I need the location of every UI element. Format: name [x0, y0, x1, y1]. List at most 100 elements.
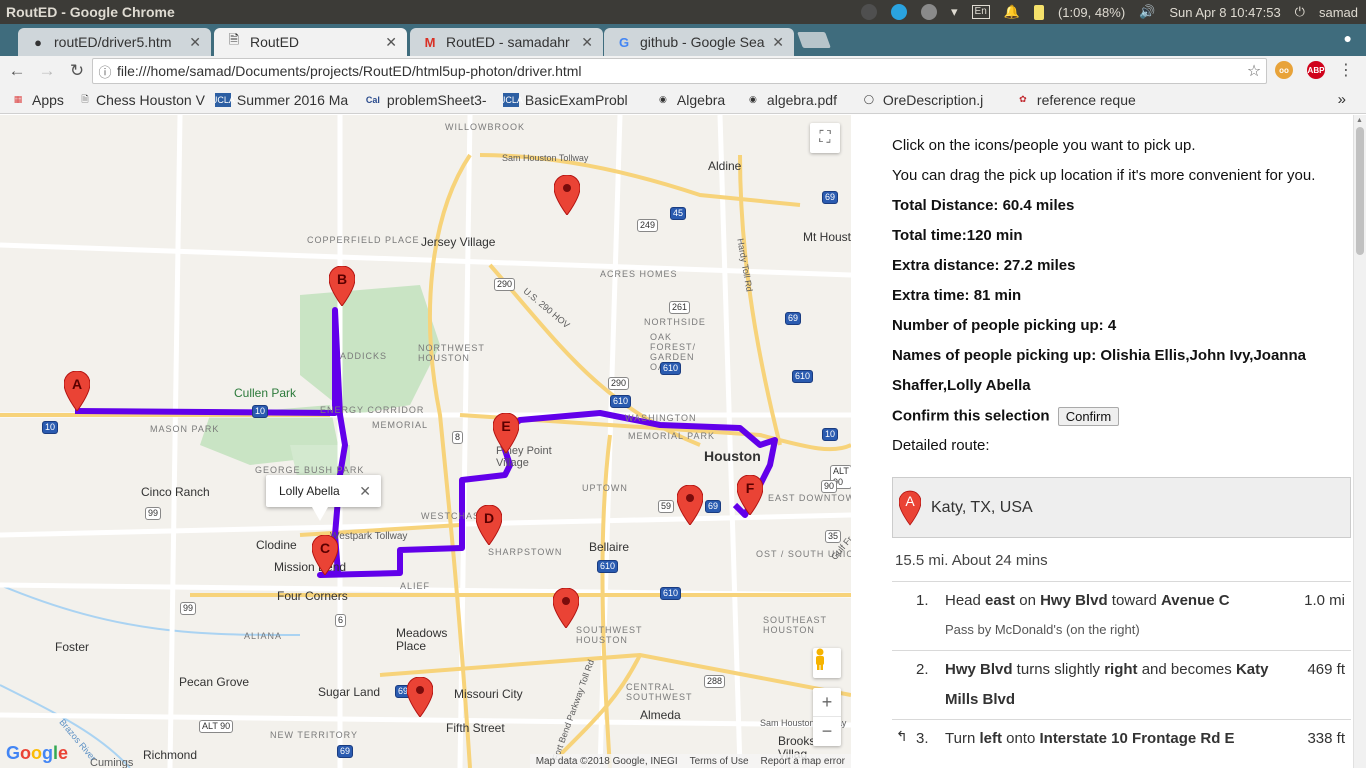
highway-shield: 610	[660, 587, 682, 600]
marker-c[interactable]: C	[312, 535, 338, 575]
fullscreen-icon[interactable]: ⛶	[810, 123, 840, 153]
bookmark-summer[interactable]: UCLA Summer 2016 Ma	[214, 92, 355, 108]
person-pin[interactable]	[677, 485, 703, 525]
more-bookmarks-icon[interactable]: »	[1338, 91, 1346, 108]
step-distance: 469 ft	[1307, 661, 1345, 678]
map-label: UPTOWN	[582, 483, 628, 493]
marker-f[interactable]: F	[737, 475, 763, 515]
terms-link[interactable]: Terms of Use	[690, 756, 749, 767]
turn-left-icon: ↰	[896, 728, 908, 744]
power-icon[interactable]: ⏻	[1295, 4, 1305, 20]
document-icon: 🗎	[228, 32, 240, 47]
close-icon[interactable]: ✕	[581, 34, 593, 51]
document-icon: 🗎	[81, 93, 89, 104]
volume-icon[interactable]: 🔊	[1139, 4, 1155, 20]
scrollbar-thumb[interactable]	[1356, 127, 1364, 255]
menu-icon[interactable]: ⋮	[1338, 60, 1354, 80]
step-distance: 1.0 mi	[1304, 592, 1345, 609]
map-label: EAST DOWNTOWN	[768, 493, 851, 503]
person-pin[interactable]	[553, 588, 579, 628]
map-view[interactable]: WILLOWBROOK Sam Houston Tollway Aldine C…	[0, 115, 851, 768]
step-instruction: Turn left onto Interstate 10 Frontage Rd…	[945, 730, 1235, 747]
close-icon[interactable]: ✕	[772, 34, 784, 51]
map-label: GEORGE BUSH PARK	[255, 465, 365, 475]
dropbox-icon[interactable]	[861, 4, 878, 20]
forward-icon[interactable]: →	[34, 61, 60, 81]
highway-shield: ALT 90	[199, 720, 234, 733]
battery-icon[interactable]	[1033, 4, 1044, 20]
map-label: Sam Houston Tollway	[502, 153, 589, 163]
back-icon[interactable]: ←	[4, 61, 30, 81]
flower-icon: ✿	[1019, 94, 1027, 104]
info-window: Lolly Abella ✕	[266, 475, 381, 507]
bookmark-star-icon[interactable]: ☆	[1242, 61, 1266, 81]
info-window-tail	[312, 507, 328, 521]
tab-routed-github[interactable]: ● routED/driver5.htm ✕	[18, 28, 211, 56]
close-icon[interactable]: ✕	[385, 34, 397, 51]
tab-google-search[interactable]: G github - Google Sea ✕	[604, 28, 794, 56]
person-pin[interactable]	[554, 175, 580, 215]
zoom-out-button[interactable]: −	[813, 717, 841, 746]
report-error-link[interactable]: Report a map error	[761, 756, 845, 767]
skype-icon[interactable]	[891, 4, 908, 20]
highway-shield: 610	[597, 560, 619, 573]
reload-icon[interactable]: ↻	[64, 61, 90, 81]
bookmark-algebra[interactable]: ◉ Algebra	[655, 92, 735, 108]
clock[interactable]: Sun Apr 8 10:47:53	[1169, 5, 1280, 20]
bookmark-reference[interactable]: ✿ reference reque	[1015, 92, 1155, 108]
zoom-control: + −	[813, 688, 841, 746]
tab-routed[interactable]: 🗎 RoutED ✕	[214, 28, 407, 56]
marker-letter: B	[336, 271, 348, 287]
step-note: Pass by McDonald's (on the right)	[945, 622, 1140, 637]
address-bar[interactable]: ⓘ file:///home/samad/Documents/projects/…	[92, 58, 1267, 84]
pegman-icon[interactable]	[813, 648, 841, 678]
marker-e[interactable]: E	[493, 413, 519, 453]
ucla-icon: UCLA	[502, 92, 523, 107]
info-icon[interactable]: ⓘ	[93, 62, 117, 81]
map-label: ADDICKS	[340, 351, 388, 361]
bookmark-problemsheet[interactable]: Cal problemSheet3-	[365, 92, 493, 108]
map-label: NEW TERRITORY	[270, 730, 359, 740]
map-label: MASON PARK	[150, 424, 220, 434]
total-time: Total time:120 min	[892, 227, 1023, 244]
new-tab-button[interactable]	[797, 32, 831, 48]
wifi-icon[interactable]: ▾	[951, 4, 958, 20]
close-icon[interactable]: ✕	[189, 34, 201, 51]
marker-d[interactable]: D	[476, 505, 502, 545]
notification-bell-icon[interactable]: 🔔	[1004, 4, 1020, 20]
extension-owl-icon[interactable]: oo	[1275, 61, 1293, 79]
highway-shield: 45	[670, 207, 687, 220]
url-text[interactable]: file:///home/samad/Documents/projects/Ro…	[117, 63, 1242, 79]
scroll-up-icon[interactable]: ▲	[1356, 117, 1363, 124]
map-label: Sugar Land	[318, 685, 381, 699]
bookmark-oredescription[interactable]: ◯ OreDescription.j	[861, 92, 1005, 108]
step-instruction: Hwy Blvd turns slightly right and become…	[945, 661, 1269, 708]
close-icon[interactable]: ✕	[359, 483, 371, 500]
bookmark-basicexam[interactable]: UCLA BasicExamProbl	[502, 91, 645, 108]
adblock-icon[interactable]: ABP	[1307, 61, 1325, 79]
confirm-button[interactable]: Confirm	[1057, 407, 1120, 426]
zoom-in-button[interactable]: +	[813, 688, 841, 717]
user-name[interactable]: samad	[1319, 5, 1358, 20]
bookmark-chess[interactable]: 🗎 Chess Houston V	[80, 92, 205, 108]
battery-status[interactable]: (1:09, 48%)	[1058, 5, 1125, 20]
keyboard-language[interactable]: En	[971, 5, 990, 19]
marker-a[interactable]: A	[64, 371, 90, 411]
map-label: Cinco Ranch	[141, 485, 210, 499]
people-names-line-2: Shaffer,Lolly Abella	[892, 377, 1031, 394]
highway-shield: 69	[705, 500, 722, 513]
tab-strip: ● routED/driver5.htm ✕ 🗎 RoutED ✕ M Rout…	[0, 24, 1366, 56]
chrome-tray-icon[interactable]	[921, 4, 938, 20]
bookmark-label: reference reque	[1036, 91, 1136, 108]
bookmark-apps[interactable]: ▦ Apps	[10, 92, 64, 108]
marker-letter: D	[483, 510, 495, 526]
person-pin[interactable]	[407, 677, 433, 717]
page-scrollbar[interactable]: ▲	[1353, 115, 1366, 768]
bookmark-label: BasicExamProbl	[524, 91, 628, 108]
marker-b[interactable]: B	[329, 266, 355, 306]
bookmark-algebra-pdf[interactable]: ◉ algebra.pdf	[745, 92, 851, 108]
profile-icon[interactable]: ●	[1344, 30, 1352, 46]
map-label: ALIEF	[400, 581, 431, 591]
map-label: MEMORIAL PARK	[628, 431, 716, 441]
tab-gmail[interactable]: M RoutED - samadahr ✕	[410, 28, 603, 56]
